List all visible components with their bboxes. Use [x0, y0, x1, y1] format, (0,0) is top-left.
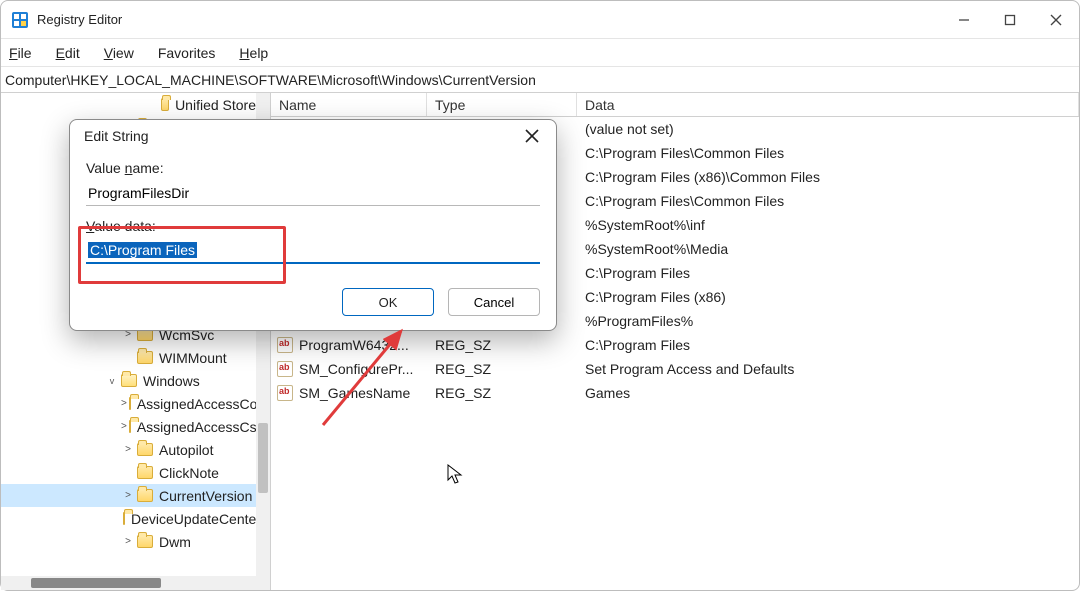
scrollbar-thumb[interactable]	[31, 578, 161, 588]
cell-data: C:\Program Files	[577, 265, 1079, 281]
list-row[interactable]: ProgramW6432...REG_SZC:\Program Files	[271, 333, 1079, 357]
folder-icon	[161, 98, 169, 111]
folder-icon	[137, 443, 153, 456]
tree-item-label: AssignedAccessConfiguration	[137, 396, 256, 412]
tree-item[interactable]: Autopilot	[1, 438, 256, 461]
window-title: Registry Editor	[37, 12, 122, 27]
chevron-icon[interactable]	[121, 398, 127, 409]
regedit-icon	[11, 11, 29, 29]
tree-item[interactable]: Windows	[1, 369, 256, 392]
list-row[interactable]: SM_ConfigurePr...REG_SZSet Program Acces…	[271, 357, 1079, 381]
value-name-label: Value name:	[86, 160, 540, 176]
tree-item[interactable]: Dwm	[1, 530, 256, 553]
menu-view[interactable]: View	[104, 45, 134, 61]
edit-string-dialog: Edit String Value name: Value data: C:\P…	[69, 119, 557, 331]
string-value-icon	[277, 361, 293, 377]
tree-item-label: Windows	[143, 373, 200, 389]
tree-item[interactable]: ClickNote	[1, 461, 256, 484]
minimize-button[interactable]	[941, 1, 987, 39]
cell-data: (value not set)	[577, 121, 1079, 137]
cell-data: Set Program Access and Defaults	[577, 361, 1079, 377]
cell-data: C:\Program Files (x86)	[577, 289, 1079, 305]
value-name-input[interactable]	[86, 180, 540, 206]
folder-icon	[129, 420, 131, 433]
cell-data: C:\Program Files	[577, 337, 1079, 353]
tree-item[interactable]: WIMMount	[1, 346, 256, 369]
dialog-close-button[interactable]	[520, 124, 544, 148]
cell-data: C:\Program Files\Common Files	[577, 145, 1079, 161]
column-type[interactable]: Type	[427, 93, 577, 116]
value-data-label: Value data:	[86, 218, 540, 234]
folder-icon	[137, 489, 153, 502]
cell-data: %SystemRoot%\inf	[577, 217, 1079, 233]
folder-icon	[137, 535, 153, 548]
tree-item-label: CurrentVersion	[159, 488, 252, 504]
cell-data: C:\Program Files (x86)\Common Files	[577, 169, 1079, 185]
tree-item-label: Autopilot	[159, 442, 213, 458]
list-row[interactable]: SM_GamesNameREG_SZGames	[271, 381, 1079, 405]
cell-type: REG_SZ	[427, 385, 577, 401]
scrollbar-thumb[interactable]	[258, 423, 268, 493]
string-value-icon	[277, 337, 293, 353]
menubar: File Edit View Favorites Help	[1, 39, 1079, 67]
folder-icon	[123, 512, 125, 525]
tree-item-label: WIMMount	[159, 350, 227, 366]
cell-type: REG_SZ	[427, 337, 577, 353]
tree-item[interactable]: CurrentVersion	[1, 484, 256, 507]
tree-item[interactable]: Unified Store	[1, 93, 256, 116]
maximize-button[interactable]	[987, 1, 1033, 39]
address-bar[interactable]: Computer\HKEY_LOCAL_MACHINE\SOFTWARE\Mic…	[1, 67, 1079, 93]
address-text: Computer\HKEY_LOCAL_MACHINE\SOFTWARE\Mic…	[5, 72, 536, 88]
menu-file[interactable]: File	[9, 45, 32, 61]
tree-item[interactable]: AssignedAccessConfiguration	[1, 392, 256, 415]
tree-item[interactable]: AssignedAccessCsp	[1, 415, 256, 438]
tree-item-label: ClickNote	[159, 465, 219, 481]
cell-name: SM_GamesName	[271, 385, 427, 401]
tree-item-label: Unified Store	[175, 97, 256, 113]
cell-type: REG_SZ	[427, 361, 577, 377]
tree-item-label: AssignedAccessCsp	[137, 419, 256, 435]
cell-data: %SystemRoot%\Media	[577, 241, 1079, 257]
ok-button[interactable]: OK	[342, 288, 434, 316]
folder-icon	[121, 374, 137, 387]
registry-editor-window: Registry Editor File Edit View Favorites…	[0, 0, 1080, 591]
cancel-button[interactable]: Cancel	[448, 288, 540, 316]
column-data[interactable]: Data	[577, 93, 1079, 116]
scroll-corner	[256, 576, 270, 590]
chevron-icon[interactable]	[121, 444, 135, 455]
cell-data: C:\Program Files\Common Files	[577, 193, 1079, 209]
dialog-titlebar: Edit String	[70, 120, 556, 152]
folder-icon	[137, 466, 153, 479]
tree-item[interactable]: DeviceUpdateCenter	[1, 507, 256, 530]
menu-help[interactable]: Help	[239, 45, 268, 61]
chevron-icon[interactable]	[121, 421, 127, 432]
chevron-icon[interactable]	[121, 490, 135, 501]
folder-icon	[129, 397, 131, 410]
menu-favorites[interactable]: Favorites	[158, 45, 216, 61]
close-button[interactable]	[1033, 1, 1079, 39]
cell-data: Games	[577, 385, 1079, 401]
tree-item-label: Dwm	[159, 534, 191, 550]
cell-name: ProgramW6432...	[271, 337, 427, 353]
tree-item-label: DeviceUpdateCenter	[131, 511, 256, 527]
folder-icon	[137, 351, 153, 364]
list-header: Name Type Data	[271, 93, 1079, 117]
titlebar: Registry Editor	[1, 1, 1079, 39]
chevron-icon[interactable]	[121, 536, 135, 547]
value-data-selection: C:\Program Files	[88, 242, 197, 258]
menu-edit[interactable]: Edit	[56, 45, 80, 61]
cell-name: SM_ConfigurePr...	[271, 361, 427, 377]
value-data-input[interactable]: C:\Program Files	[86, 238, 540, 264]
chevron-icon[interactable]	[105, 376, 119, 386]
dialog-title: Edit String	[84, 128, 149, 144]
string-value-icon	[277, 385, 293, 401]
tree-horizontal-scrollbar[interactable]	[1, 576, 256, 590]
column-name[interactable]: Name	[271, 93, 427, 116]
cell-data: %ProgramFiles%	[577, 313, 1079, 329]
